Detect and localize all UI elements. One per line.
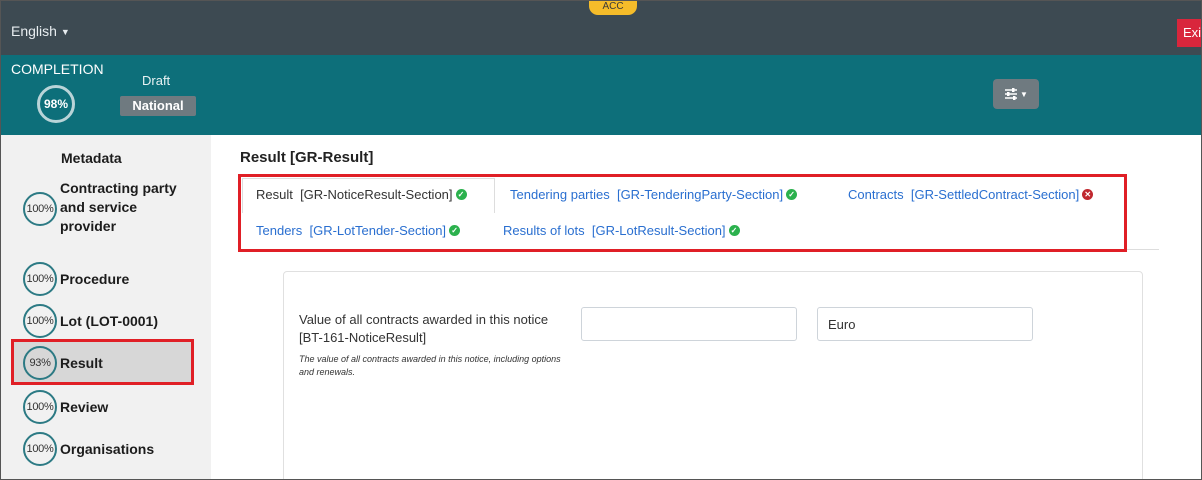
sliders-icon [1005,88,1018,100]
tab-tenders[interactable]: Tenders [GR-LotTender-Section] ✓ [256,223,461,238]
tab-results-of-lots[interactable]: Results of lots [GR-LotResult-Section] ✓ [503,223,740,238]
check-circle-icon: ✓ [455,189,467,200]
language-label: English [11,23,57,39]
field-label: Value of all contracts awarded in this n… [299,312,549,345]
check-circle-icon: ✓ [728,225,740,236]
x-circle-icon: ✕ [1082,189,1094,200]
progress-ring: 100% [23,390,57,424]
tab-label: Tendering parties [GR-TenderingParty-Sec… [510,187,784,202]
section-tabs-highlight [238,174,1127,252]
tab-label: Results of lots [GR-LotResult-Section] [503,223,726,238]
sidebar-item-lot[interactable]: 100% Lot (LOT-0001) [1,304,158,338]
sidebar-item-label: Lot (LOT-0001) [60,313,159,329]
completion-progress: 98% [37,85,75,123]
check-circle-icon: ✓ [449,225,461,236]
status-text: Draft [142,73,171,88]
exit-button[interactable]: Exit [1177,19,1201,47]
currency-input[interactable] [817,307,1033,341]
tab-label: Contracts [GR-SettledContract-Section] [848,187,1080,202]
progress-ring: 100% [23,432,57,466]
progress-ring: 93% [23,346,57,380]
sidebar-item-label: Result [60,355,103,371]
sidebar-item-label: Contracting party and service provider [60,180,177,234]
sidebar-item-metadata[interactable]: Metadata [1,150,122,166]
field-help-text: The value of all contracts awarded in th… [299,354,561,377]
progress-ring: 100% [23,304,57,338]
sidebar-item-procedure[interactable]: 100% Procedure [1,262,129,296]
tab-notice-result[interactable]: Result [GR-NoticeResult-Section] ✓ [256,187,467,202]
completion-label: COMPLETION [11,61,104,77]
app-frame: English▼ ACC Exit COMPLETION 98% Draft N… [0,0,1202,480]
completion-band: COMPLETION 98% Draft National ▼ [1,55,1201,135]
sidebar-item-result[interactable]: 93% Result [1,346,103,380]
sidebar-item-review[interactable]: 100% Review [1,390,108,424]
tab-tendering-parties[interactable]: Tendering parties [GR-TenderingParty-Sec… [510,187,798,202]
progress-ring: 100% [23,262,57,296]
chevron-down-icon: ▼ [1020,89,1028,99]
settings-dropdown-button[interactable]: ▼ [993,79,1039,109]
sidebar-item-label: Review [60,399,109,415]
progress-ring: 100% [23,191,57,226]
tab-label: Result [GR-NoticeResult-Section] [256,187,453,202]
language-selector[interactable]: English ▼ [11,23,70,39]
top-bar: English▼ ACC Exit [1,1,1201,55]
contract-value-input[interactable] [581,307,797,341]
sidebar-item-label: Procedure [60,271,130,287]
sidebar-item-organisations[interactable]: 100% Organisations [1,432,154,466]
chevron-down-icon: ▼ [60,27,70,37]
page-title: Result [GR-Result] [240,149,374,166]
tab-label: Tenders [GR-LotTender-Section] [256,223,447,238]
sidebar-item-label: Metadata [61,150,122,166]
sidebar-item-label: Organisations [60,441,155,457]
environment-badge: ACC [589,1,637,15]
sidebar-item-contracting-party[interactable]: 100% Contracting party and service provi… [1,179,180,236]
scope-badge: National [120,96,196,116]
tab-contracts[interactable]: Contracts [GR-SettledContract-Section] ✕ [848,187,1094,202]
check-circle-icon: ✓ [786,189,798,200]
